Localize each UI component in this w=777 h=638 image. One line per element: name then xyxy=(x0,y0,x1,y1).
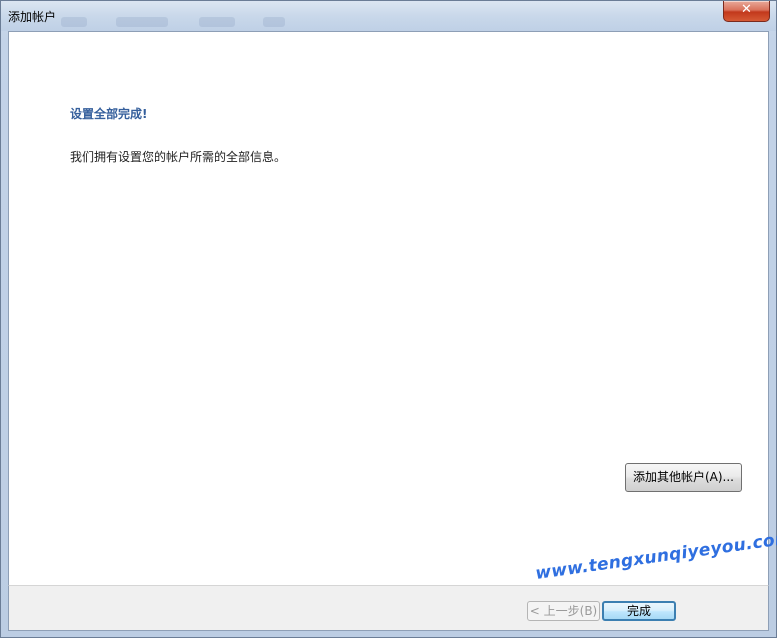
add-other-account-button[interactable]: 添加其他帐户(A)... xyxy=(625,463,742,492)
title-bar[interactable]: 添加帐户 ✕ xyxy=(1,1,776,31)
window-title: 添加帐户 xyxy=(8,10,57,24)
completion-message: 我们拥有设置您的帐户所需的全部信息。 xyxy=(70,150,287,164)
blurred-background-tab xyxy=(116,17,168,27)
page-heading: 设置全部完成! xyxy=(70,107,148,121)
back-button[interactable]: < 上一步(B) xyxy=(527,601,600,621)
close-icon: ✕ xyxy=(741,2,752,17)
wizard-content-panel: 设置全部完成! 我们拥有设置您的帐户所需的全部信息。 添加其他帐户(A)... xyxy=(8,31,769,586)
add-account-dialog: 添加帐户 ✕ 设置全部完成! 我们拥有设置您的帐户所需的全部信息。 添加其他帐户… xyxy=(0,0,777,638)
wizard-footer: < 上一步(B) 完成 xyxy=(8,586,769,631)
blurred-background-tab xyxy=(61,17,87,27)
blurred-background-tab xyxy=(199,17,235,27)
finish-button[interactable]: 完成 xyxy=(602,601,676,621)
close-button[interactable]: ✕ xyxy=(723,1,770,22)
blurred-background-tab xyxy=(263,17,285,27)
